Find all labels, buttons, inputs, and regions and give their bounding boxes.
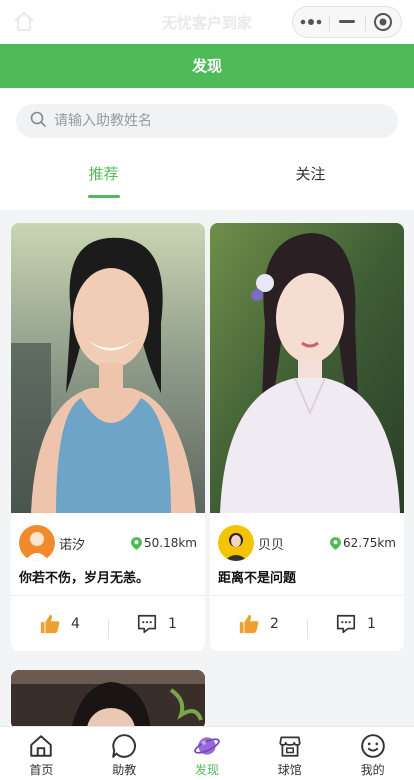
post-author: 贝贝 62.75km xyxy=(218,523,396,563)
tab-following[interactable]: 关注 xyxy=(207,152,414,200)
nav-mine[interactable]: 我的 xyxy=(331,727,414,780)
location-pin-icon xyxy=(330,536,341,550)
bottom-nav: 首页 助教 发现 球馆 我的 xyxy=(0,726,414,780)
post-text: 你若不伤，岁月无恙。 xyxy=(19,571,150,586)
comment-count: 1 xyxy=(367,615,376,632)
post-author: 诺汐 50.18km xyxy=(19,523,197,563)
close-circle-icon[interactable] xyxy=(365,7,401,37)
author-name: 诺汐 xyxy=(59,537,86,553)
post-photo[interactable] xyxy=(11,670,205,730)
distance: 50.18km xyxy=(131,536,197,550)
tab-bar: 推荐 关注 xyxy=(0,152,414,200)
search-box[interactable] xyxy=(16,104,398,138)
post-photo[interactable] xyxy=(210,223,404,513)
like-button[interactable]: 4 xyxy=(11,613,108,635)
comment-button[interactable]: 1 xyxy=(108,613,205,639)
page-title: 发现 xyxy=(0,44,414,88)
tab-recommend[interactable]: 推荐 xyxy=(0,152,207,200)
capsule-menu xyxy=(292,6,402,38)
like-button[interactable]: 2 xyxy=(210,613,307,635)
smile-face-icon xyxy=(360,734,385,758)
nav-venue[interactable]: 球馆 xyxy=(248,727,331,780)
comment-icon xyxy=(137,614,157,633)
minimize-icon[interactable] xyxy=(329,7,365,37)
distance: 62.75km xyxy=(330,536,396,550)
nav-label: 发现 xyxy=(194,763,219,777)
comment-count: 1 xyxy=(168,615,177,632)
post-text: 距离不是问题 xyxy=(218,571,297,586)
search-icon xyxy=(30,111,46,131)
avatar[interactable] xyxy=(19,525,55,561)
comment-button[interactable]: 1 xyxy=(307,613,404,639)
post-card[interactable]: 贝贝 62.75km 距离不是问题 2 1 xyxy=(210,223,404,651)
more-dots-icon[interactable] xyxy=(293,7,329,37)
chat-bubble-icon xyxy=(112,734,137,758)
location-pin-icon xyxy=(131,536,142,550)
planet-icon xyxy=(194,737,220,755)
thumbs-up-icon xyxy=(239,614,259,633)
nav-label: 我的 xyxy=(360,763,385,777)
avatar[interactable] xyxy=(218,525,254,561)
store-icon xyxy=(279,736,301,757)
comment-icon xyxy=(336,614,356,633)
distance-value: 50.18km xyxy=(144,536,197,550)
post-card[interactable]: 诺汐 50.18km 你若不伤，岁月无恙。 4 1 xyxy=(11,223,205,651)
nav-label: 首页 xyxy=(29,763,54,777)
nav-coach[interactable]: 助教 xyxy=(83,727,166,780)
like-count: 4 xyxy=(71,615,80,632)
nav-home[interactable]: 首页 xyxy=(0,727,83,780)
search-section: 推荐 关注 xyxy=(0,88,414,210)
post-card[interactable] xyxy=(11,670,205,730)
distance-value: 62.75km xyxy=(343,536,396,550)
like-count: 2 xyxy=(270,615,279,632)
post-photo[interactable] xyxy=(11,223,205,513)
post-actions: 2 1 xyxy=(210,595,404,651)
post-actions: 4 1 xyxy=(11,595,205,651)
title-bar: 无忧客户到家 xyxy=(0,0,414,44)
nav-label: 助教 xyxy=(112,763,137,777)
search-input[interactable] xyxy=(54,113,354,129)
home-icon xyxy=(30,735,53,757)
nav-discover[interactable]: 发现 xyxy=(166,727,249,780)
author-name: 贝贝 xyxy=(258,537,285,553)
thumbs-up-icon xyxy=(40,614,60,633)
nav-label: 球馆 xyxy=(277,763,302,777)
